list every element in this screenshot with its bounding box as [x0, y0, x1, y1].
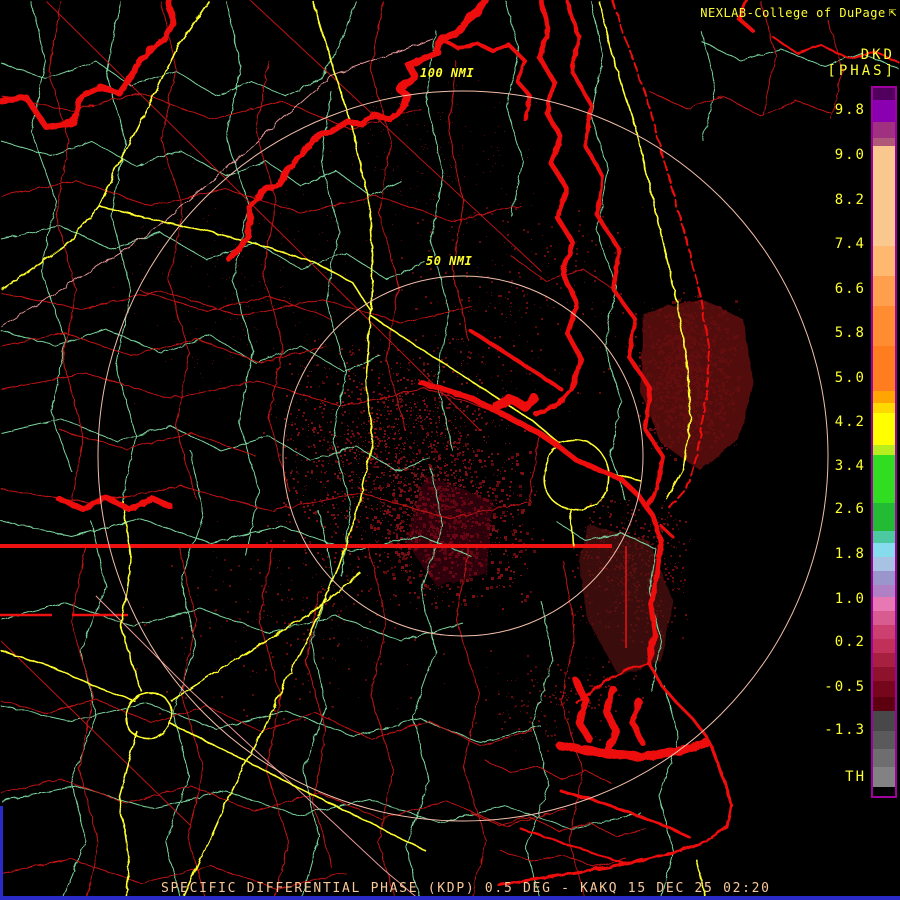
colorbar-segment: [873, 681, 895, 697]
colorbar-segment: [873, 639, 895, 653]
colorbar-segment: [873, 711, 895, 731]
range-ring-label: 100 NMI: [420, 66, 475, 80]
radar-echo-speckles: [115, 153, 394, 383]
colorbar-segment: [873, 653, 895, 667]
colorbar-tick: 5.8: [834, 325, 866, 341]
colorbar-segment: [873, 749, 895, 767]
colorbar-segment: [873, 122, 895, 138]
state-border-lines: [0, 544, 627, 648]
colorbar-segment: [873, 146, 895, 246]
colorbar-tick: 0.2: [834, 634, 866, 650]
colorbar-tick: 1.0: [834, 591, 866, 607]
colorbar-segment: [873, 403, 895, 413]
colorbar-tick: -1.3: [824, 722, 866, 738]
colorbar-tick: 4.2: [834, 414, 866, 430]
colorbar-segment: [873, 597, 895, 611]
colorbar-segment: [873, 611, 895, 625]
colorbar-segment: [873, 306, 895, 346]
colorbar-tick: 5.0: [834, 370, 866, 386]
colorbar-tick: 1.8: [834, 546, 866, 562]
colorbar-segment: [873, 445, 895, 455]
colorbar-segment: [873, 531, 895, 543]
radar-map: [0, 0, 900, 900]
colorbar-tick: 9.8: [834, 102, 866, 118]
colorbar-segment: [873, 276, 895, 306]
colorbar-segment: [873, 571, 895, 585]
colorbar-tick: 2.6: [834, 501, 866, 517]
colorbar: [871, 86, 897, 798]
colorbar-tick: 8.2: [834, 192, 866, 208]
colorbar-segment: [873, 455, 895, 503]
colorbar-segment: [873, 391, 895, 403]
colorbar-segment: [873, 100, 895, 122]
colorbar-tick: 3.4: [834, 458, 866, 474]
range-ring-label: 50 NMI: [426, 254, 473, 268]
nw-corner-arrow-icon: ⇱: [888, 5, 897, 20]
colorbar-tick-labels: 9.8 9.0 8.2 7.4 6.6 5.8 5.0 4.2 3.4 2.6 1.8 1.0 0.2 -…: [796, 0, 866, 900]
colorbar-segment: [873, 787, 895, 796]
radar-product-screen: NEXLAB-College of DuPage ⇱ DKD [PHAS] 9.…: [0, 0, 900, 900]
colorbar-segment: [873, 667, 895, 681]
colorbar-segment: [873, 543, 895, 557]
status-bar: SPECIFIC DIFFERENTIAL PHASE (KDP) 0.5 DE…: [161, 881, 771, 896]
colorbar-segment: [873, 503, 895, 531]
colorbar-segment: [873, 731, 895, 749]
colorbar-segment: [873, 88, 895, 100]
colorbar-segment: [873, 625, 895, 639]
colorbar-tick: 7.4: [834, 236, 866, 252]
colorbar-tick: 9.0: [834, 147, 866, 163]
colorbar-segment: [873, 767, 895, 787]
colorbar-segment: [873, 557, 895, 571]
colorbar-segment: [873, 697, 895, 711]
colorbar-segment: [873, 246, 895, 276]
colorbar-tick: 6.6: [834, 281, 866, 297]
colorbar-tick: TH: [845, 769, 866, 785]
colorbar-tick: -0.5: [824, 679, 866, 695]
colorbar-segment: [873, 413, 895, 445]
colorbar-segment: [873, 346, 895, 391]
colorbar-segment: [873, 585, 895, 597]
colorbar-segment: [873, 138, 895, 146]
